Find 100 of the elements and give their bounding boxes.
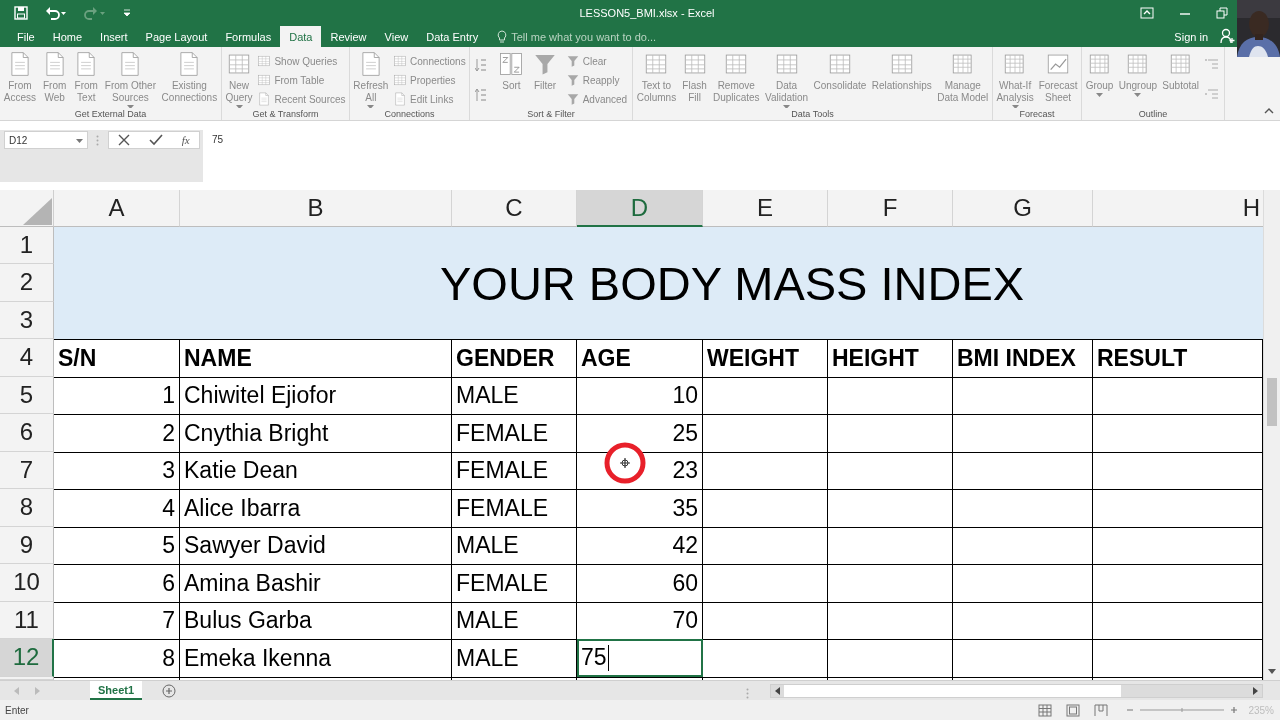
ribbon-tab[interactable]: Formulas <box>216 26 281 47</box>
column-header[interactable]: G <box>953 190 1093 227</box>
table-cell: MALE <box>452 376 577 414</box>
ribbon-button[interactable]: What-If Analysis <box>996 51 1034 108</box>
ribbon-button[interactable]: From Text <box>73 51 100 104</box>
insert-function-button[interactable]: fx <box>181 133 190 147</box>
ribbon-tab[interactable]: Insert <box>91 26 137 47</box>
table-cell: Cnythia Bright <box>180 414 452 452</box>
ribbon-button[interactable]: Text to Columns <box>636 51 677 104</box>
scroll-down-icon[interactable] <box>1268 669 1276 674</box>
ribbon-button[interactable]: Reapply <box>565 72 628 88</box>
share-person-icon[interactable] <box>1220 28 1236 44</box>
ribbon-button[interactable]: From Access <box>3 51 37 104</box>
table-cell: 5 <box>54 526 180 564</box>
ribbon-button[interactable]: Show Queries <box>257 53 346 69</box>
ribbon-tab[interactable]: Review <box>321 26 376 47</box>
row-header[interactable]: 4 <box>0 339 54 377</box>
restore-icon[interactable] <box>1216 7 1228 19</box>
column-header[interactable]: C <box>452 190 577 227</box>
table-cell: MALE <box>452 526 577 564</box>
column-header[interactable]: D <box>577 190 703 227</box>
ribbon-button[interactable]: Consolidate <box>813 51 867 92</box>
ribbon-button[interactable]: From Table <box>257 72 346 88</box>
undo-icon[interactable] <box>45 6 67 20</box>
ribbon-button[interactable]: From Other Sources <box>104 51 156 108</box>
customize-caret-icon[interactable] <box>123 9 131 17</box>
horizontal-scrollbar[interactable] <box>770 683 1263 698</box>
ribbon-tab[interactable]: View <box>375 26 418 47</box>
ribbon-tab[interactable]: Home <box>43 26 92 47</box>
ribbon-button[interactable]: Data Validation <box>765 51 809 108</box>
ribbon-button[interactable]: Properties <box>393 72 466 88</box>
row-header[interactable]: 1 <box>0 227 54 265</box>
ribbon-button[interactable]: Existing Connections <box>161 51 218 104</box>
ribbon-tab[interactable]: Data <box>280 26 322 47</box>
ribbon-button[interactable]: Advanced <box>565 91 628 107</box>
scrollbar-thumb[interactable] <box>784 684 1121 697</box>
cancel-icon[interactable] <box>118 134 131 146</box>
row-header[interactable]: 2 <box>0 264 54 302</box>
table-cell: 35 <box>577 489 703 527</box>
merged-title-cell: YOUR BODY MASS INDEX <box>54 227 1263 339</box>
row-header[interactable]: 8 <box>0 489 54 527</box>
row-header[interactable]: 5 <box>0 376 54 414</box>
ribbon-display-icon[interactable] <box>1140 7 1154 19</box>
row-header[interactable]: 9 <box>0 526 54 564</box>
ribbon-tab[interactable]: Page Layout <box>136 26 217 47</box>
collapse-ribbon-icon[interactable] <box>1264 108 1274 114</box>
ribbon-button[interactable]: Flash Fill <box>681 51 708 104</box>
row-header[interactable]: 10 <box>0 564 54 602</box>
ribbon-button[interactable]: Remove Duplicates <box>712 51 760 104</box>
ribbon-button[interactable]: Recent Sources <box>257 91 346 107</box>
ribbon-tab[interactable]: File <box>8 26 44 47</box>
vertical-scrollbar[interactable] <box>1263 190 1280 680</box>
ribbon-button[interactable]: Refresh All <box>353 51 389 108</box>
ribbon-button[interactable]: Clear <box>565 53 628 69</box>
redo-icon[interactable] <box>84 6 106 20</box>
zoom-slider-drawing[interactable] <box>1126 705 1239 715</box>
table-cell: 42 <box>577 526 703 564</box>
sheet-tab[interactable]: Sheet1 <box>90 681 143 700</box>
table-header-cell: S/N <box>54 339 180 377</box>
table-header-cell: AGE <box>577 339 703 377</box>
save-icon[interactable] <box>14 6 28 20</box>
select-all-button[interactable] <box>0 190 54 227</box>
ribbon-button[interactable]: Group <box>1085 51 1114 97</box>
group-label: Connections <box>383 108 436 120</box>
ribbon-button[interactable]: Relationships <box>871 51 932 92</box>
ribbon-button[interactable]: New Query <box>225 51 253 108</box>
row-header[interactable]: 7 <box>0 451 54 489</box>
column-header[interactable]: E <box>703 190 828 227</box>
row-header[interactable]: 3 <box>0 301 54 339</box>
document-icon <box>393 92 408 106</box>
page-break-icon[interactable] <box>1094 703 1109 717</box>
normal-view-icon[interactable] <box>1038 703 1053 717</box>
row-header[interactable]: 12 <box>0 639 54 677</box>
column-header[interactable]: A <box>54 190 180 227</box>
column-header[interactable]: F <box>828 190 953 227</box>
ribbon-tab[interactable]: Data Entry <box>417 26 488 47</box>
ribbon-button[interactable]: From Web <box>41 51 68 104</box>
ribbon-button[interactable]: Manage Data Model <box>937 51 989 104</box>
group-label: Sort & Filter <box>526 108 576 120</box>
tell-me-field[interactable]: Tell me what you want to do... <box>497 26 672 47</box>
ribbon-button[interactable]: Sort <box>498 51 525 92</box>
scrollbar-thumb[interactable] <box>1267 378 1277 426</box>
ribbon-button[interactable]: Subtotal <box>1162 51 1200 92</box>
column-header[interactable]: H <box>1093 190 1263 227</box>
page-layout-icon[interactable] <box>1066 703 1081 717</box>
caret-icon <box>1096 93 1104 97</box>
sign-in-link[interactable]: Sign in <box>1174 26 1208 47</box>
ribbon-button[interactable]: Edit Links <box>393 91 466 107</box>
ribbon-button[interactable]: Forecast Sheet <box>1038 51 1078 104</box>
row-header[interactable]: 11 <box>0 601 54 639</box>
ribbon-button[interactable]: Ungroup <box>1118 51 1158 97</box>
enter-check-icon[interactable] <box>149 134 163 146</box>
add-sheet-icon[interactable] <box>162 683 177 698</box>
ribbon-button[interactable]: Connections <box>393 53 466 69</box>
active-cell-editor[interactable]: 75 <box>577 639 703 677</box>
row-header[interactable]: 6 <box>0 414 54 452</box>
column-header[interactable]: B <box>180 190 452 227</box>
name-box[interactable]: D12 <box>4 131 88 149</box>
formula-input-field[interactable]: 75 <box>203 130 1280 182</box>
ribbon-button[interactable]: Filter <box>532 51 559 92</box>
